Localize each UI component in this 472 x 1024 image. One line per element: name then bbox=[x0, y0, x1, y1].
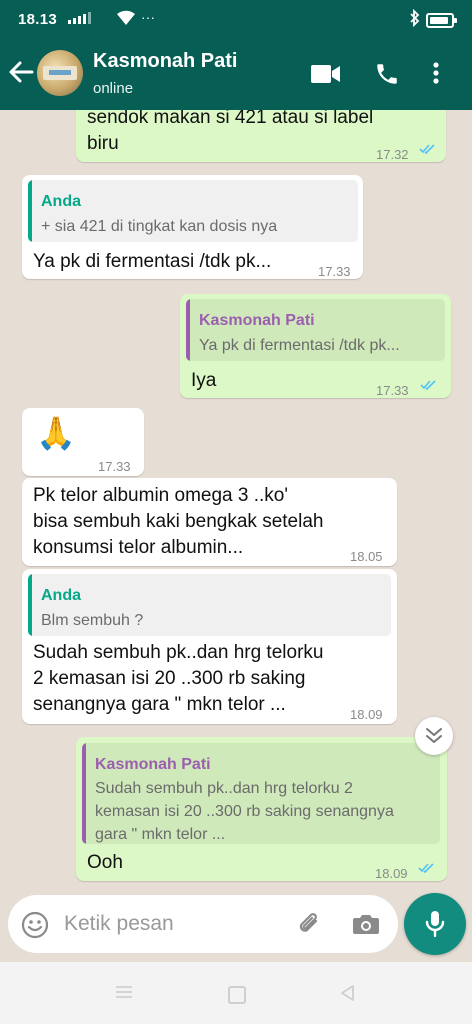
message-bubble-outgoing[interactable]: Kasmonah Pati Ya pk di fermentasi /tdk p… bbox=[180, 294, 451, 398]
chat-header: Kasmonah Pati online bbox=[0, 36, 472, 110]
message-text: 2 kemasan isi 20 ..300 rb saking bbox=[33, 668, 306, 689]
home-nav-icon[interactable] bbox=[228, 986, 246, 1004]
quote-text: kemasan isi 20 ..300 rb saking senangnya bbox=[95, 803, 394, 820]
quote-author: Kasmonah Pati bbox=[199, 312, 315, 329]
read-receipt-icon bbox=[420, 380, 436, 391]
status-bar: 18.13 ··· bbox=[0, 0, 472, 36]
arrow-left-icon[interactable] bbox=[8, 60, 34, 84]
message-time: 17.33 bbox=[376, 383, 409, 398]
message-text: senangnya gara " mkn telor ... bbox=[33, 694, 286, 715]
message-bubble-outgoing[interactable]: Kasmonah Pati Sudah sembuh pk..dan hrg t… bbox=[76, 737, 447, 881]
quote-text: Ya pk di fermentasi /tdk pk... bbox=[199, 337, 400, 354]
quote-bar bbox=[186, 299, 190, 361]
battery-icon bbox=[426, 13, 457, 28]
quote-author: Kasmonah Pati bbox=[95, 756, 211, 773]
phone-icon[interactable] bbox=[374, 61, 400, 87]
quote-text: Blm sembuh ? bbox=[41, 612, 144, 629]
bluetooth-icon bbox=[410, 9, 420, 27]
quoted-message[interactable]: Kasmonah Pati Sudah sembuh pk..dan hrg t… bbox=[82, 743, 440, 844]
message-text: Iya bbox=[191, 370, 217, 391]
quote-author: Anda bbox=[41, 193, 81, 210]
quote-text: + sia 421 di tingkat kan dosis nya bbox=[41, 218, 278, 235]
quote-bar bbox=[28, 180, 32, 242]
status-more-icon: ··· bbox=[141, 9, 155, 25]
message-text: sendok makan si 421 atau si label bbox=[87, 110, 374, 128]
message-time: 17.33 bbox=[318, 264, 351, 279]
paperclip-icon[interactable] bbox=[296, 910, 324, 938]
message-bubble-incoming[interactable]: Anda + sia 421 di tingkat kan dosis nya … bbox=[22, 175, 363, 279]
quoted-message[interactable]: Anda Blm sembuh ? bbox=[28, 574, 391, 636]
message-text: Pk telor albumin omega 3 ..ko' bbox=[33, 485, 288, 506]
smiley-icon[interactable] bbox=[21, 911, 49, 939]
menu-nav-icon[interactable] bbox=[115, 985, 133, 999]
status-time: 18.13 bbox=[18, 11, 58, 28]
read-receipt-icon bbox=[418, 863, 434, 874]
message-text: Ya pk di fermentasi /tdk pk... bbox=[33, 251, 272, 272]
microphone-icon bbox=[425, 911, 445, 938]
camera-icon[interactable] bbox=[352, 912, 380, 936]
quote-author: Anda bbox=[41, 587, 81, 604]
quote-bar bbox=[82, 743, 86, 844]
scroll-to-bottom-button[interactable] bbox=[415, 717, 453, 755]
avatar[interactable] bbox=[37, 50, 83, 96]
quoted-message[interactable]: Kasmonah Pati Ya pk di fermentasi /tdk p… bbox=[186, 299, 445, 361]
chat-messages[interactable]: sendok makan si 421 atau si label biru 1… bbox=[0, 110, 472, 892]
double-chevron-down-icon bbox=[426, 728, 442, 743]
message-composer bbox=[8, 895, 398, 953]
message-text: bisa sembuh kaki bengkak setelah bbox=[33, 511, 324, 532]
system-nav-bar bbox=[0, 962, 472, 1024]
contact-name[interactable]: Kasmonah Pati bbox=[93, 50, 237, 73]
message-text: Sudah sembuh pk..dan hrg telorku bbox=[33, 642, 324, 663]
message-time: 18.09 bbox=[375, 866, 408, 881]
message-time: 18.05 bbox=[350, 549, 383, 564]
message-time: 17.33 bbox=[98, 459, 131, 474]
voice-message-button[interactable] bbox=[404, 893, 466, 955]
signal-icon bbox=[68, 12, 91, 24]
more-vert-icon[interactable] bbox=[432, 61, 440, 85]
message-time: 17.32 bbox=[376, 147, 409, 162]
video-camera-icon[interactable] bbox=[311, 64, 341, 84]
read-receipt-icon bbox=[419, 144, 435, 155]
back-nav-icon[interactable] bbox=[339, 984, 355, 1002]
message-bubble-incoming[interactable]: 🙏 17.33 bbox=[22, 408, 144, 476]
quote-text: Sudah sembuh pk..dan hrg telorku 2 bbox=[95, 780, 353, 797]
message-bubble-incoming[interactable]: Anda Blm sembuh ? Sudah sembuh pk..dan h… bbox=[22, 569, 397, 724]
quote-text: gara " mkn telor ... bbox=[95, 826, 226, 843]
quoted-message[interactable]: Anda + sia 421 di tingkat kan dosis nya bbox=[28, 180, 358, 242]
message-text: konsumsi telor albumin... bbox=[33, 537, 244, 558]
message-text: biru bbox=[87, 133, 119, 154]
message-time: 18.09 bbox=[350, 707, 383, 722]
contact-status: online bbox=[93, 80, 134, 97]
message-bubble-outgoing[interactable]: sendok makan si 421 atau si label biru 1… bbox=[76, 110, 446, 162]
message-text: Ooh bbox=[87, 852, 123, 873]
quote-bar bbox=[28, 574, 32, 636]
wifi-icon bbox=[117, 10, 135, 25]
folded-hands-emoji: 🙏 bbox=[36, 415, 76, 451]
message-input[interactable] bbox=[64, 909, 284, 939]
message-bubble-incoming[interactable]: Pk telor albumin omega 3 ..ko' bisa semb… bbox=[22, 478, 397, 566]
